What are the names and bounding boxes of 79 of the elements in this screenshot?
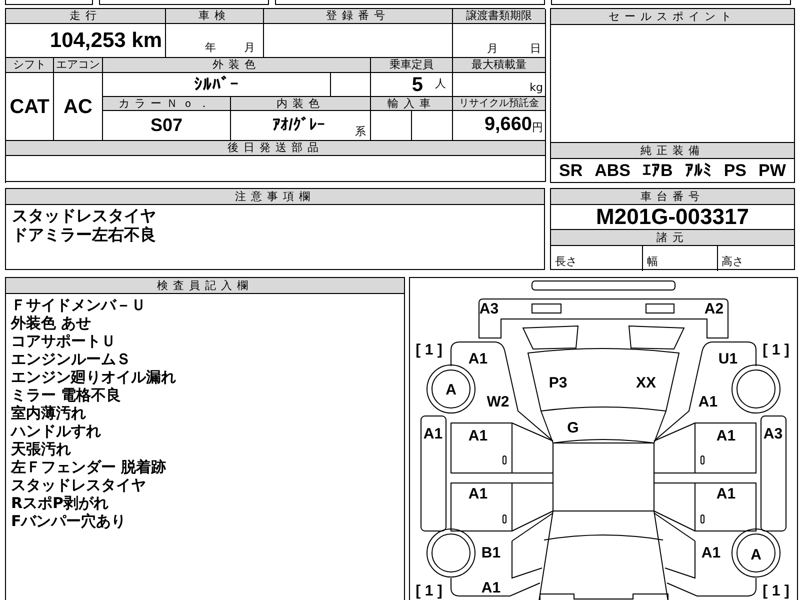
unit-label: 月 bbox=[244, 40, 255, 56]
damage-code: A1 bbox=[481, 580, 501, 596]
damage-code: G bbox=[567, 420, 579, 436]
damage-code: A1 bbox=[468, 486, 488, 502]
damage-code: A bbox=[446, 382, 456, 398]
remark-line: Fバンパー穴あり bbox=[11, 512, 126, 530]
damage-code: A3 bbox=[479, 300, 499, 318]
remark-line: 天張汚れ bbox=[11, 440, 71, 458]
section-header: 検査員記入欄 bbox=[6, 278, 404, 294]
damage-code: B1 bbox=[481, 544, 501, 562]
equipment-item: ABS bbox=[594, 160, 631, 182]
equipment-item: ｴｱB bbox=[642, 160, 673, 182]
remark-line: ミラー 電格不良 bbox=[11, 386, 122, 404]
column-header: 登録番号 bbox=[264, 9, 453, 24]
damage-code: [ 1 ] bbox=[762, 582, 790, 600]
equipment-item: PW bbox=[758, 160, 786, 182]
damage-code: A1 bbox=[423, 426, 443, 442]
column-header: 走行 bbox=[6, 9, 166, 24]
section-header: 車台番号 bbox=[551, 189, 794, 205]
damage-code: XX bbox=[636, 374, 656, 392]
remark-line: 室内薄汚れ bbox=[11, 404, 86, 422]
column-header: 内装色 bbox=[231, 97, 371, 111]
damage-code: A3 bbox=[763, 426, 783, 442]
remark-line: RスポP剥がれ bbox=[11, 494, 109, 512]
section-header: 純正装備 bbox=[551, 143, 794, 159]
column-header: 最大積載量 bbox=[453, 58, 546, 73]
column-header: カラーＮｏ． bbox=[103, 97, 231, 111]
damage-code: U1 bbox=[718, 350, 738, 368]
spec-cell: 幅 bbox=[643, 246, 718, 270]
column-header: リサイクル預託金 bbox=[453, 97, 546, 111]
unit-label: kg bbox=[530, 80, 543, 96]
section-header: セールスポイント bbox=[551, 9, 794, 25]
spec-cell-text: 高さ bbox=[720, 254, 745, 270]
section-header: 諸元 bbox=[551, 230, 794, 246]
unit-label: 年 bbox=[205, 40, 216, 56]
field-value: 5 bbox=[412, 73, 423, 96]
remark-line: エンジンルームＳ bbox=[11, 350, 131, 368]
equipment-item: PS bbox=[724, 160, 746, 182]
equipment-item: ｱﾙﾐ bbox=[684, 160, 712, 182]
remark-line: 外装色 あせ bbox=[11, 314, 92, 332]
damage-code: A1 bbox=[468, 428, 488, 444]
unit-label: 人 bbox=[435, 76, 446, 92]
column-header: 車検 bbox=[166, 9, 264, 24]
damage-code: A1 bbox=[701, 544, 721, 562]
spec-cell: 長さ bbox=[551, 246, 644, 270]
column-header: シフト bbox=[6, 58, 54, 73]
damage-code: A1 bbox=[698, 394, 718, 410]
remark-line: 左Ｆフェンダー 脱着跡 bbox=[11, 458, 166, 476]
unit-label: 月 bbox=[487, 40, 498, 56]
remark-line: Ｆサイドメンバ－Ｕ bbox=[11, 296, 146, 314]
field-value: ｱｵ/ｸﾞﾚｰ bbox=[272, 116, 325, 136]
column-header: 輸入車 bbox=[371, 97, 453, 111]
damage-code: W2 bbox=[486, 394, 510, 410]
damage-code: [ 1 ] bbox=[416, 342, 442, 358]
damage-code: P3 bbox=[548, 374, 568, 392]
column-header: 後日発送部品 bbox=[6, 141, 546, 156]
unit-label: 日 bbox=[530, 40, 541, 56]
damage-code: A1 bbox=[716, 486, 736, 502]
damage-code: A2 bbox=[704, 300, 724, 318]
note-line: ドアミラー左右不良 bbox=[12, 224, 156, 244]
equipment-item: SR bbox=[559, 160, 583, 182]
remark-line: エンジン廻りオイル漏れ bbox=[11, 368, 176, 386]
damage-code: A1 bbox=[468, 350, 488, 368]
column-header: 外装色 bbox=[103, 58, 371, 73]
remark-line: コアサポートＵ bbox=[11, 332, 116, 350]
damage-code: A bbox=[750, 546, 762, 564]
remark-line: スタッドレスタイヤ bbox=[11, 476, 146, 494]
field-value: 9,660 bbox=[484, 113, 532, 138]
column-header: 乗車定員 bbox=[371, 58, 453, 73]
column-header: エアコン bbox=[54, 58, 103, 73]
note-line: スタッドレスタイヤ bbox=[12, 206, 156, 225]
section-header: 注意事項欄 bbox=[6, 189, 544, 205]
damage-code: [ 1 ] bbox=[762, 342, 790, 358]
column-header: 譲渡書類期限 bbox=[453, 9, 546, 24]
damage-code: [ 1 ] bbox=[416, 582, 442, 600]
damage-code: A1 bbox=[716, 428, 736, 444]
unit-label: 円 bbox=[532, 120, 543, 136]
remark-line: ハンドルすれ bbox=[11, 422, 101, 440]
unit-label: 系 bbox=[355, 124, 366, 140]
